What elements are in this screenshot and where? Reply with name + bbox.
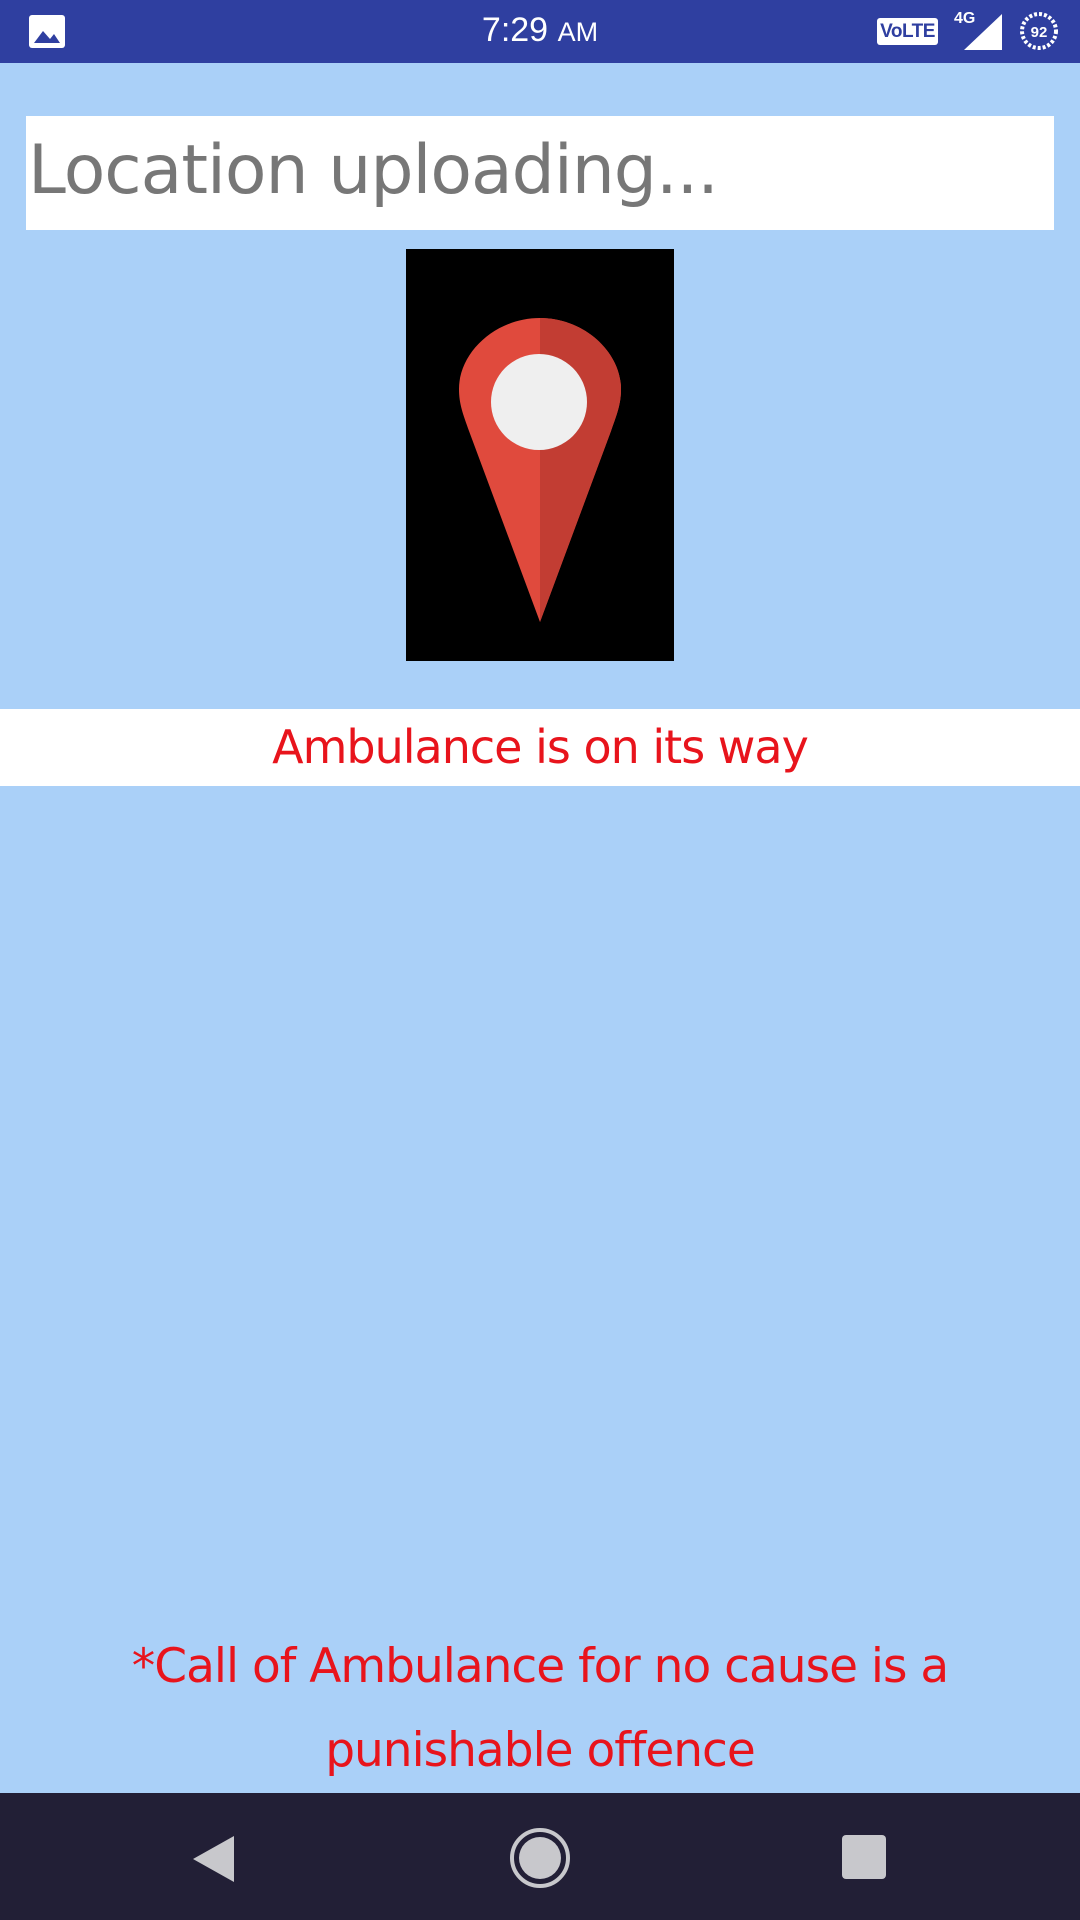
location-status-text: Location uploading... [28, 131, 719, 210]
signal-icon [964, 14, 1002, 50]
location-status-box: Location uploading... [26, 116, 1054, 230]
clock-time: 7:29 [481, 11, 549, 49]
map-pin-image [406, 249, 674, 661]
back-icon[interactable] [190, 1834, 238, 1884]
battery-level: 92 [1031, 24, 1048, 41]
volte-badge: VoLTE [877, 18, 938, 45]
warning-text: *Call of Ambulance for no cause is a pun… [131, 1639, 949, 1778]
map-pin-icon [459, 318, 621, 622]
status-bar: 7:29 AM VoLTE 4G 92 [0, 0, 1080, 63]
ambulance-status-banner: Ambulance is on its way [0, 709, 1080, 786]
recents-icon[interactable] [842, 1835, 886, 1879]
battery-icon: 92 [1020, 12, 1058, 50]
home-icon[interactable] [508, 1826, 572, 1890]
ambulance-status-text: Ambulance is on its way [272, 720, 809, 774]
clock-ampm: AM [557, 17, 599, 47]
